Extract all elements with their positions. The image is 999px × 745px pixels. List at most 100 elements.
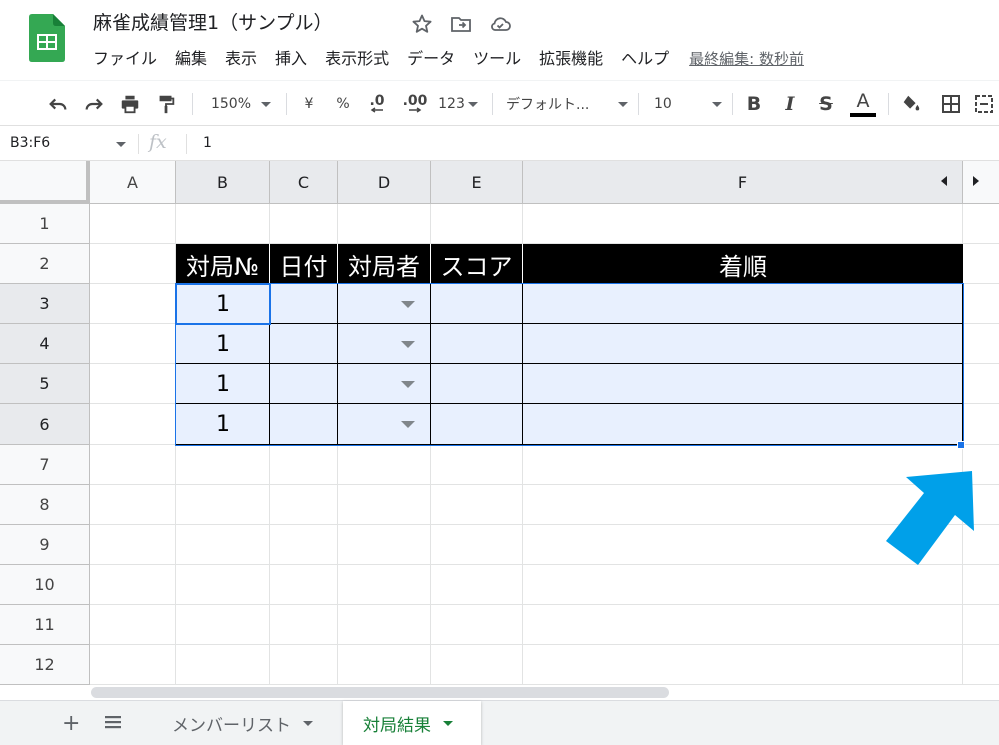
print-icon[interactable] (116, 89, 144, 119)
row-header-8[interactable]: 8 (0, 485, 90, 525)
table-cell[interactable] (270, 404, 338, 445)
table-cell[interactable] (270, 364, 338, 404)
column-header-a[interactable]: A (90, 161, 176, 204)
menu-extensions[interactable]: 拡張機能 (539, 47, 603, 71)
sheets-logo-icon[interactable] (29, 14, 65, 62)
row-header-6[interactable]: 6 (0, 404, 90, 445)
table-cell[interactable] (338, 364, 431, 404)
scroll-left-icon[interactable] (941, 176, 947, 186)
decrease-decimal-button[interactable]: .0 (364, 89, 390, 119)
menu-data[interactable]: データ (407, 47, 455, 71)
spreadsheet-grid[interactable]: A B C D E F 1 2 3 4 5 6 7 8 9 10 11 12 対… (0, 161, 999, 685)
fill-handle[interactable] (957, 441, 965, 449)
table-cell[interactable] (431, 364, 523, 404)
row-header-3[interactable]: 3 (0, 284, 90, 324)
percent-button[interactable]: % (332, 89, 354, 119)
menu-edit[interactable]: 編集 (175, 47, 207, 71)
arrow-right-icon (409, 107, 422, 113)
horizontal-scrollbar[interactable] (91, 687, 669, 698)
row-header-12[interactable]: 12 (0, 645, 90, 685)
menu-insert[interactable]: 挿入 (275, 47, 307, 71)
table-header-score[interactable]: スコア (431, 244, 523, 284)
chevron-down-icon[interactable] (116, 142, 126, 147)
dropdown-arrow-icon[interactable] (401, 421, 415, 428)
dropdown-arrow-icon[interactable] (401, 341, 415, 348)
table-cell[interactable] (431, 324, 523, 364)
column-header-f[interactable]: F (523, 161, 963, 204)
font-select[interactable]: デフォルト... (506, 89, 628, 119)
column-header-e[interactable]: E (431, 161, 523, 204)
add-sheet-icon[interactable]: + (62, 711, 80, 736)
scroll-right-icon[interactable] (973, 176, 979, 186)
chevron-down-icon[interactable] (303, 720, 313, 726)
table-cell[interactable] (523, 364, 963, 404)
dropdown-arrow-icon[interactable] (401, 381, 415, 388)
table-cell[interactable] (270, 284, 338, 324)
table-cell[interactable] (338, 324, 431, 364)
currency-button[interactable]: ¥ (298, 89, 320, 119)
table-cell[interactable] (523, 284, 963, 324)
star-icon[interactable] (410, 12, 434, 36)
more-formats-button[interactable]: 123 (437, 89, 479, 119)
chevron-down-icon (712, 101, 722, 107)
row-header-7[interactable]: 7 (0, 445, 90, 485)
table-cell[interactable] (523, 324, 963, 364)
select-all-corner[interactable] (0, 161, 90, 204)
column-header-b[interactable]: B (176, 161, 270, 204)
redo-icon[interactable] (80, 89, 108, 119)
last-edit-link[interactable]: 最終編集: 数秒前 (689, 47, 804, 71)
column-header-c[interactable]: C (270, 161, 338, 204)
table-header-game-no[interactable]: 対局№ (176, 244, 270, 284)
formula-input[interactable]: 1 (203, 135, 212, 151)
row-header-2[interactable]: 2 (0, 244, 90, 284)
row-header-4[interactable]: 4 (0, 324, 90, 364)
dropdown-arrow-icon[interactable] (401, 301, 415, 308)
annotation-arrow-icon (880, 465, 980, 573)
chevron-down-icon[interactable] (443, 720, 453, 726)
bold-button[interactable]: B (742, 89, 766, 119)
fill-color-icon[interactable] (898, 89, 924, 119)
table-cell[interactable] (431, 284, 523, 324)
cell-b4[interactable]: 1 (176, 324, 270, 364)
strikethrough-button[interactable]: S (814, 89, 838, 119)
menu-view[interactable]: 表示 (225, 47, 257, 71)
row-header-1[interactable]: 1 (0, 204, 90, 244)
cloud-saved-icon[interactable] (488, 12, 512, 36)
menu-tools[interactable]: ツール (473, 47, 521, 71)
italic-button[interactable]: I (778, 89, 802, 119)
row-header-11[interactable]: 11 (0, 605, 90, 645)
table-cell[interactable] (431, 404, 523, 445)
table-cell[interactable] (338, 284, 431, 324)
sheet-tab-results[interactable]: 対局結果 (343, 701, 481, 745)
merge-cells-icon[interactable] (974, 89, 999, 119)
table-header-player[interactable]: 対局者 (338, 244, 431, 284)
move-to-folder-icon[interactable] (449, 12, 473, 36)
table-cell[interactable] (270, 324, 338, 364)
table-header-date[interactable]: 日付 (270, 244, 338, 284)
menu-help[interactable]: ヘルプ (621, 47, 669, 71)
cell-b5[interactable]: 1 (176, 364, 270, 404)
document-title[interactable]: 麻雀成績管理1（サンプル） (93, 8, 333, 35)
name-box[interactable]: B3:F6 (10, 135, 50, 151)
increase-decimal-button[interactable]: .00 (400, 89, 430, 119)
fx-icon: fx (149, 131, 167, 153)
cell-b6[interactable]: 1 (176, 404, 270, 445)
menu-file[interactable]: ファイル (93, 47, 157, 71)
row-header-9[interactable]: 9 (0, 525, 90, 565)
table-cell[interactable] (338, 404, 431, 445)
zoom-select[interactable]: 150% (206, 89, 276, 119)
sheet-tab-members[interactable]: メンバーリスト (152, 701, 338, 745)
row-header-5[interactable]: 5 (0, 364, 90, 404)
paint-format-icon[interactable] (152, 89, 180, 119)
sheet-tab-label: 対局結果 (363, 715, 431, 736)
table-cell[interactable] (523, 404, 963, 445)
row-header-10[interactable]: 10 (0, 565, 90, 605)
text-color-button[interactable]: A (848, 89, 878, 119)
borders-icon[interactable] (938, 89, 964, 119)
column-header-d[interactable]: D (338, 161, 431, 204)
all-sheets-menu-icon[interactable] (104, 714, 122, 734)
menu-format[interactable]: 表示形式 (325, 47, 389, 71)
table-header-rank[interactable]: 着順 (523, 244, 963, 284)
font-size-select[interactable]: 10 (654, 89, 722, 119)
undo-icon[interactable] (44, 89, 72, 119)
